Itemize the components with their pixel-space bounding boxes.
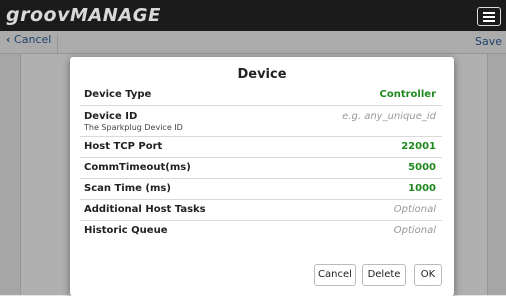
- row-label: Device Type: [84, 89, 152, 100]
- additional-host-tasks-input[interactable]: Optional: [394, 204, 436, 215]
- row-value: Controller: [379, 89, 436, 100]
- historic-queue-input[interactable]: Optional: [394, 225, 436, 236]
- row-label: Device ID: [84, 111, 138, 122]
- row-additional-host-tasks[interactable]: Additional Host Tasks Optional: [80, 200, 442, 221]
- row-label: Additional Host Tasks: [84, 204, 206, 215]
- menu-line: [483, 20, 495, 22]
- row-label: Scan Time (ms): [84, 183, 171, 194]
- row-scan-time[interactable]: Scan Time (ms) 1000: [80, 179, 442, 200]
- row-device-id[interactable]: Device ID The Sparkplug Device ID e.g. a…: [80, 106, 442, 137]
- top-bar: groovMANAGE: [0, 0, 506, 31]
- groov-manage-logo: groovMANAGE: [6, 4, 161, 26]
- dialog-title: Device: [237, 67, 287, 82]
- cancel-button[interactable]: Cancel: [314, 264, 356, 286]
- row-label: Host TCP Port: [84, 141, 163, 152]
- row-label: Historic Queue: [84, 225, 168, 236]
- row-label: CommTimeout(ms): [84, 162, 191, 173]
- device-dialog: Device Device Type Controller Device ID …: [70, 57, 454, 296]
- row-sublabel: The Sparkplug Device ID: [84, 123, 183, 132]
- logo-sub: MANAGE: [69, 5, 161, 26]
- row-historic-queue[interactable]: Historic Queue Optional: [80, 221, 442, 242]
- ok-button[interactable]: OK: [414, 264, 442, 286]
- row-value: 22001: [401, 141, 436, 152]
- menu-line: [483, 12, 495, 14]
- hamburger-menu-button[interactable]: [477, 7, 501, 26]
- delete-button[interactable]: Delete: [362, 264, 406, 286]
- row-host-tcp-port[interactable]: Host TCP Port 22001: [80, 137, 442, 158]
- row-value: 5000: [408, 162, 436, 173]
- device-id-input[interactable]: e.g. any_unique_id: [342, 111, 436, 122]
- menu-line: [483, 16, 495, 18]
- row-comm-timeout[interactable]: CommTimeout(ms) 5000: [80, 158, 442, 179]
- logo-main: groov: [6, 4, 70, 26]
- modal-overlay: Device Device Type Controller Device ID …: [0, 31, 506, 296]
- row-value: 1000: [408, 183, 436, 194]
- row-device-type[interactable]: Device Type Controller: [80, 85, 442, 106]
